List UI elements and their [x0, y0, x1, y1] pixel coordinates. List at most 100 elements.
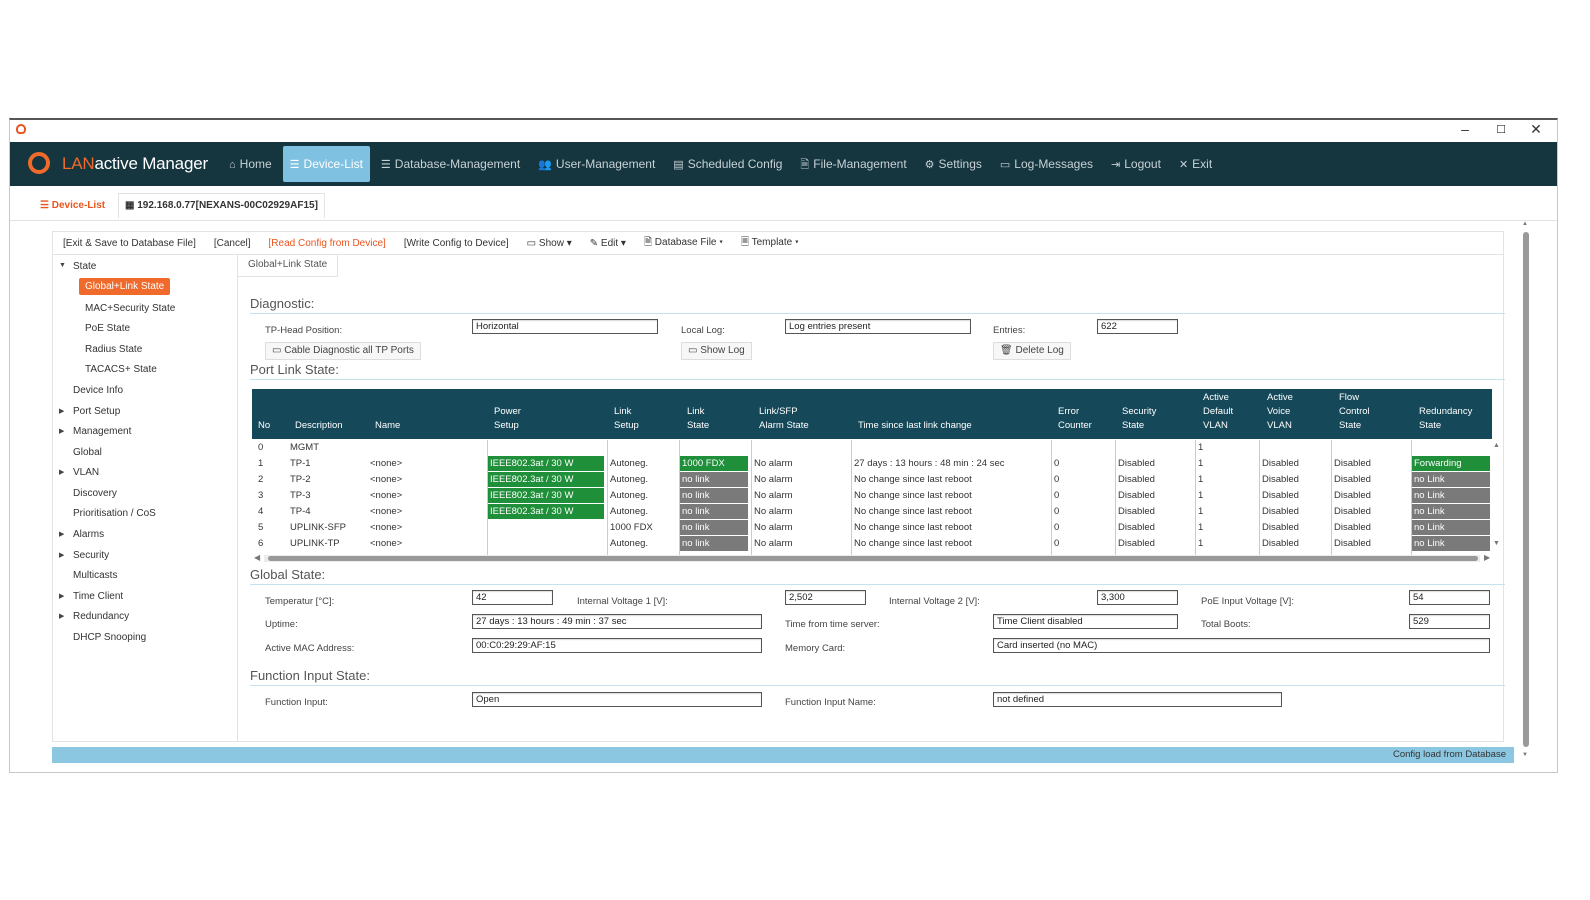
minimize-button[interactable]: –: [1450, 121, 1480, 137]
tree-port-setup[interactable]: ▶ Port Setup: [59, 406, 120, 417]
cell-name: [368, 440, 484, 455]
tree-global[interactable]: Global: [73, 447, 102, 458]
read-config-button[interactable]: [Read Config from Device]: [269, 238, 386, 249]
col-power-setup: Power Setup: [494, 406, 521, 431]
tree-redundancy[interactable]: ▶ Redundancy: [59, 611, 129, 622]
tree-poe-state[interactable]: PoE State: [85, 323, 130, 334]
tree-radius-state[interactable]: Radius State: [85, 344, 142, 355]
cell-sec: Disabled: [1118, 506, 1155, 517]
scroll-thumb[interactable]: [1523, 232, 1529, 747]
horizontal-scrollbar[interactable]: [264, 555, 1480, 562]
tree-management[interactable]: ▶ Management: [59, 426, 131, 437]
nav-log-messages[interactable]: ▭ Log-Messages: [993, 146, 1100, 182]
edit-menu[interactable]: ✎ Edit ▾: [590, 238, 626, 249]
app-window: – ☐ ✕ LANactive Manager ⌂ Home ☰ Device-Li…: [9, 118, 1558, 773]
tree-time-client[interactable]: ▶ Time Client: [59, 591, 123, 602]
nav-exit[interactable]: ✕ Exit: [1172, 146, 1219, 182]
diagnostic-title: Diagnostic:: [250, 296, 315, 311]
database-icon: ☰: [380, 159, 391, 171]
table-row[interactable]: 2 TP-2 <none> IEEE802.3at / 30 W Autoneg. no …: [252, 472, 1492, 488]
tab-device[interactable]: ▦ 192.168.0.77[NEXANS-00C02929AF15]: [118, 193, 325, 218]
entries-label: Entries:: [993, 325, 1026, 336]
table-body: 0 MGMT 1 1 TP-1 <none> IEEE802.3at / 30 W Auton…: [252, 440, 1492, 556]
scroll-down-icon[interactable]: ▼: [1493, 540, 1500, 547]
cell-lstate: no link: [680, 504, 748, 519]
scroll-down-icon[interactable]: ▼: [1522, 752, 1528, 758]
template-menu[interactable]: 🗏 Template ▾: [741, 235, 799, 252]
nav-logout[interactable]: ⇥ Logout: [1104, 146, 1168, 182]
main-navbar: LANactive Manager ⌂ Home ☰ Device-List ☰ Da…: [10, 142, 1557, 186]
collapsed-arrow-icon: ▶: [59, 469, 65, 476]
exit-save-button[interactable]: [Exit & Save to Database File]: [63, 238, 196, 249]
delete-log-button[interactable]: 🗑 Delete Log: [993, 342, 1071, 360]
nav-settings[interactable]: ⚙ Settings: [918, 146, 989, 182]
database-file-menu[interactable]: 🗎 Database File ▾: [644, 235, 723, 252]
cell-alarm: No alarm: [754, 538, 793, 549]
cell-alarm: No alarm: [754, 458, 793, 469]
nav-scheduled-config[interactable]: ▤ Scheduled Config: [666, 146, 789, 182]
col-flow-control: Flow Control State: [1339, 392, 1370, 431]
tree-discovery[interactable]: Discovery: [73, 488, 117, 499]
scroll-thumb[interactable]: [268, 556, 1478, 561]
cable-diagnostic-button[interactable]: ▭ Cable Diagnostic all TP Ports: [265, 342, 421, 360]
tree-alarms[interactable]: ▶ Alarms: [59, 529, 104, 540]
cell-desc: TP-1: [290, 458, 311, 469]
maximize-button[interactable]: ☐: [1486, 123, 1516, 136]
cell-time: No change since last reboot: [854, 522, 972, 533]
table-row[interactable]: 1 TP-1 <none> IEEE802.3at / 30 W Autoneg. 100…: [252, 456, 1492, 472]
tree-security[interactable]: ▶ Security: [59, 550, 109, 561]
table-row[interactable]: 0 MGMT 1: [252, 440, 1492, 456]
col-alarm-state: Link/SFP Alarm State: [759, 406, 809, 431]
scroll-left-icon[interactable]: ◀: [254, 553, 260, 562]
scroll-right-icon[interactable]: ▶: [1484, 553, 1490, 562]
nav-device-list[interactable]: ☰ Device-List: [282, 146, 370, 182]
voltage1-field: 2,502: [785, 590, 866, 605]
scroll-up-icon[interactable]: ▲: [1493, 442, 1500, 449]
table-row[interactable]: 3 TP-3 <none> IEEE802.3at / 30 W Autoneg. no …: [252, 488, 1492, 504]
expanded-arrow-icon: ▼: [59, 262, 66, 269]
cell-vvlan: [1260, 440, 1330, 455]
tree-prioritisation[interactable]: Prioritisation / CoS: [73, 508, 156, 519]
table-header: No Description Name Power Setup Link Setup…: [252, 389, 1492, 439]
show-menu[interactable]: ▭ Show ▾: [527, 238, 572, 249]
exit-icon: ✕: [1178, 159, 1189, 171]
function-input-title: Function Input State:: [250, 668, 370, 683]
tab-device-list[interactable]: ☰ Device-List: [34, 194, 111, 218]
nav-database-management[interactable]: ☰ Database-Management: [374, 146, 527, 182]
cell-err: 0: [1054, 490, 1060, 501]
write-config-button[interactable]: [Write Config to Device]: [404, 238, 509, 249]
cell-red: no Link: [1412, 472, 1490, 487]
tree-dhcp-snooping[interactable]: DHCP Snooping: [73, 632, 146, 643]
table-row[interactable]: 6 UPLINK-TP <none> Autoneg. no link No alarm N…: [252, 536, 1492, 552]
tree-device-info[interactable]: Device Info: [73, 385, 123, 396]
scroll-up-icon[interactable]: ▲: [1522, 221, 1528, 227]
nav-user-management[interactable]: 👥 User-Management: [531, 146, 662, 182]
cancel-button[interactable]: [Cancel]: [214, 238, 251, 249]
col-name: Name: [375, 420, 401, 431]
nav-file-management[interactable]: 🗎 File-Management: [793, 146, 913, 182]
cell-name: <none>: [370, 538, 403, 549]
tree-mac-security-state[interactable]: MAC+Security State: [85, 303, 175, 314]
nav-menu: ⌂ Home ☰ Device-List ☰ Database-Management …: [222, 146, 1223, 182]
tree-global-link-state[interactable]: Global+Link State: [79, 278, 171, 295]
cell-sec: Disabled: [1118, 474, 1155, 485]
tree-vlan[interactable]: ▶ VLAN: [59, 467, 99, 478]
close-button[interactable]: ✕: [1521, 121, 1551, 138]
cell-no: 3: [258, 490, 264, 501]
vertical-scrollbar[interactable]: ▲ ▼: [1522, 221, 1530, 769]
table-row[interactable]: 5 UPLINK-SFP <none> 1000 FDX no link No alarm…: [252, 520, 1492, 536]
column-divider: [1331, 440, 1332, 555]
cell-name: <none>: [370, 522, 403, 533]
cell-sec: [1116, 440, 1194, 455]
show-log-button[interactable]: ▭ Show Log: [681, 342, 752, 360]
mac-address-field: 00:C0:29:29:AF:15: [472, 638, 762, 653]
nav-home[interactable]: ⌂ Home: [222, 146, 279, 182]
function-input-name-label: Function Input Name:: [785, 697, 876, 708]
table-row[interactable]: 4 TP-4 <none> IEEE802.3at / 30 W Autoneg. no …: [252, 504, 1492, 520]
tree-tacacs-state[interactable]: TACACS+ State: [85, 364, 157, 375]
cell-desc: TP-4: [290, 506, 311, 517]
tree-multicasts[interactable]: Multicasts: [73, 570, 117, 581]
column-divider: [487, 440, 488, 555]
tree-state[interactable]: ▼ State: [59, 261, 96, 272]
col-error-counter: Error Counter: [1058, 406, 1092, 431]
